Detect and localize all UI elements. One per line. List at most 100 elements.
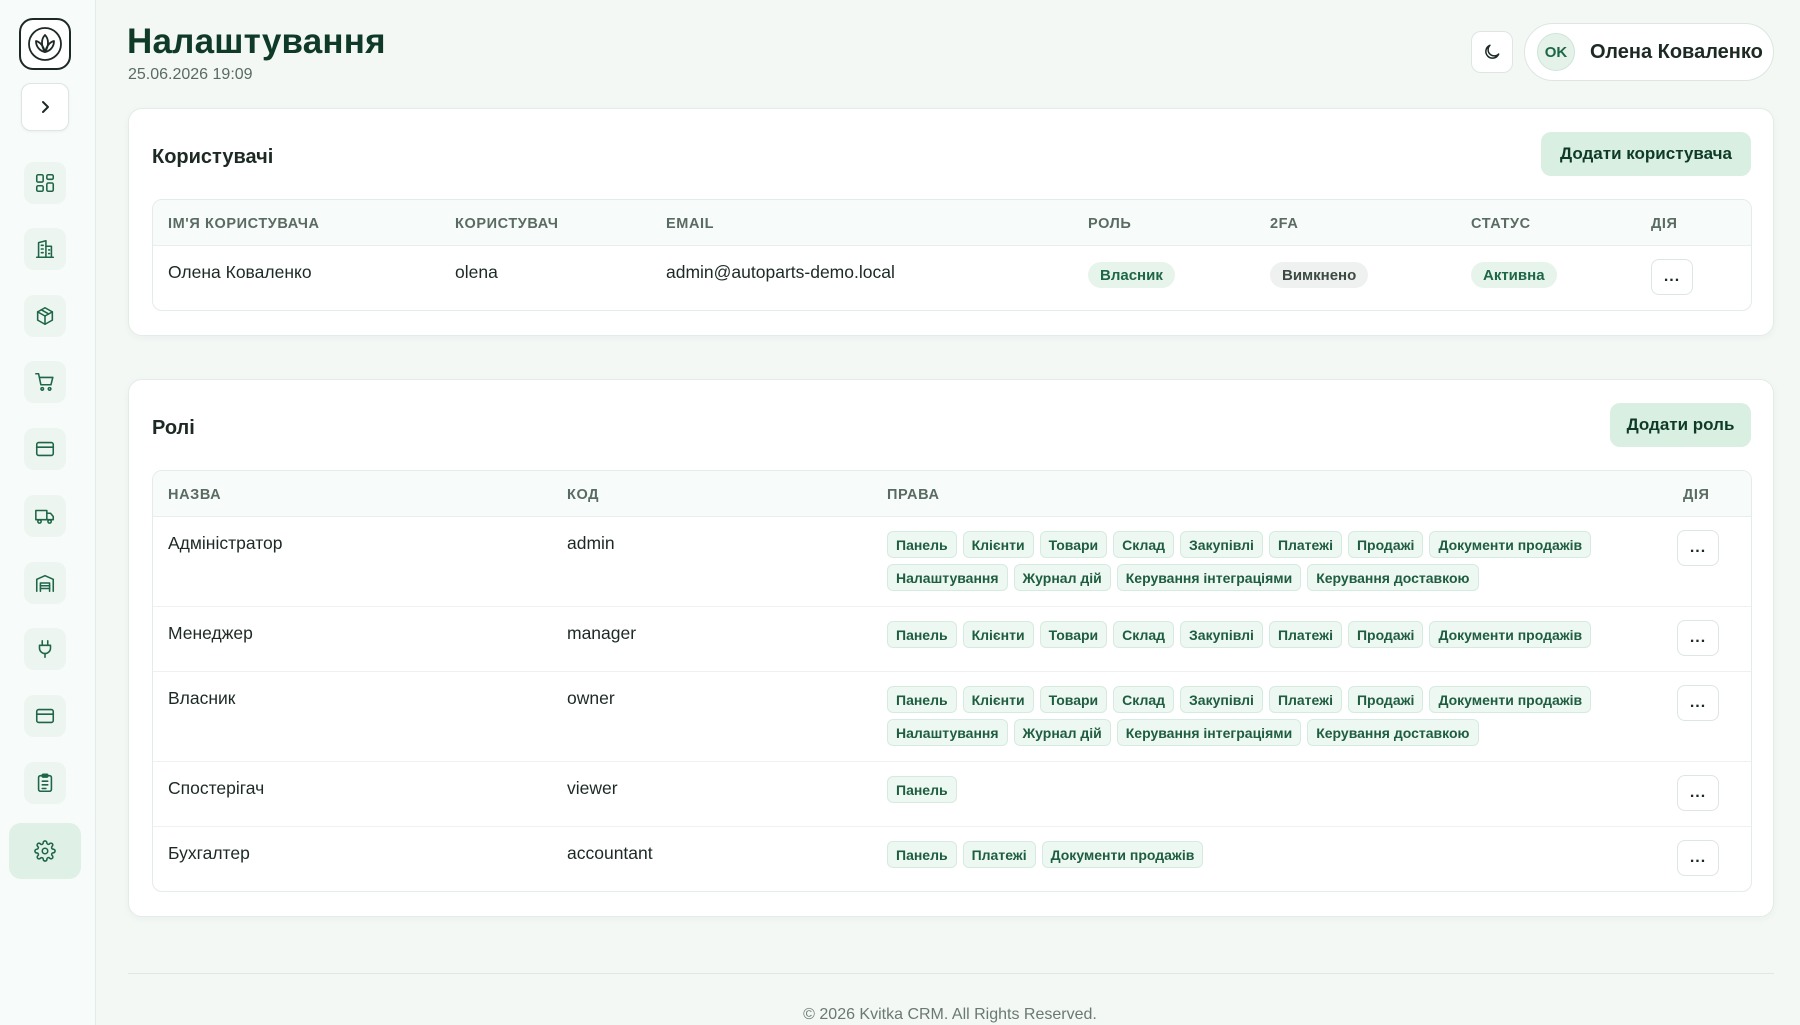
permission-tag: Товари [1039,686,1108,713]
sidebar-item-dashboard[interactable] [24,162,66,204]
permission-tag: Склад [1113,621,1175,648]
role-actions-button[interactable]: ... [1677,775,1719,811]
permission-tag: Панель [887,621,957,648]
roles-table-body: Адміністратор admin Панель Клієнти Товари Скл… [153,517,1751,891]
role-name: Адміністратор [168,533,283,553]
column-header-action: Дія [1683,487,1710,503]
theme-toggle-button[interactable] [1471,31,1513,73]
card-icon [35,441,55,457]
permission-tag: Клієнти [962,621,1034,648]
users-table: Ім'я користувача Користувач Email Роль 2… [152,199,1752,311]
table-row: Адміністратор admin Панель Клієнти Товари Скл… [153,517,1751,607]
column-header-name: Назва [168,487,222,503]
permission-tag: Клієнти [962,686,1034,713]
users-card: Користувачі Додати користувача Ім'я кори… [128,108,1774,336]
avatar: OK [1537,33,1575,71]
permission-tag: Продажі [1347,621,1424,648]
user-email: admin@autoparts-demo.local [666,262,895,282]
sidebar-item-logs[interactable] [24,762,66,804]
role-permissions: Панель Клієнти Товари Склад Закупівлі Платежі… [887,531,1607,591]
role-name: Власник [168,688,236,708]
role-actions-button[interactable]: ... [1677,530,1719,566]
add-role-button[interactable]: Додати роль [1610,403,1751,447]
permission-tag: Платежі [1268,621,1342,648]
warehouse-icon [35,574,55,593]
twofa-badge: Вимкнено [1270,262,1369,288]
role-code: admin [567,533,615,553]
sidebar-item-settings[interactable] [9,823,81,879]
user-menu[interactable]: OK Олена Коваленко [1524,23,1774,81]
sidebar-item-products[interactable] [24,295,66,337]
user-full-name: Олена Коваленко [168,262,312,282]
truck-icon [35,509,55,524]
roles-table-header: Назва Код Права Дія [153,471,1751,517]
roles-table: Назва Код Права Дія Адміністратор admin Па… [152,470,1752,892]
sidebar [0,0,96,1025]
column-header-full-name: Ім'я користувача [168,216,320,232]
role-permissions: Панель [887,776,1607,803]
clipboard-icon [37,773,53,793]
sidebar-item-payments[interactable] [24,428,66,470]
role-code: accountant [567,843,653,863]
permission-tag: Панель [887,531,957,558]
app-logo[interactable] [19,18,71,70]
role-code: viewer [567,778,618,798]
permission-tag: Налаштування [887,564,1008,591]
role-badge: Власник [1088,262,1175,288]
table-row: Менеджер manager Панель Клієнти Товари Склад З… [153,607,1751,672]
table-row: Спостерігач viewer Панель... [153,762,1751,827]
permission-tag: Платежі [1268,686,1342,713]
permission-tag: Платежі [962,841,1036,868]
sidebar-item-delivery[interactable] [24,495,66,537]
column-header-action: Дія [1651,216,1678,232]
role-actions-button[interactable]: ... [1677,840,1719,876]
permission-tag: Закупівлі [1180,686,1263,713]
roles-card: Ролі Додати роль Назва Код Права Дія Адм… [128,379,1774,917]
permission-tag: Керування інтеграціями [1116,564,1302,591]
permission-tag: Продажі [1347,686,1424,713]
permission-tag: Журнал дій [1013,719,1111,746]
user-actions-button[interactable]: ... [1651,259,1693,295]
column-header-username: Користувач [455,216,559,232]
column-header-status: Статус [1471,216,1531,232]
permission-tag: Платежі [1268,531,1342,558]
permission-tag: Документи продажів [1429,531,1592,558]
status-badge: Активна [1471,262,1557,288]
sidebar-item-billing[interactable] [24,695,66,737]
permission-tag: Документи продажів [1429,621,1592,648]
sidebar-item-warehouse[interactable] [24,562,66,604]
permission-tag: Керування інтеграціями [1116,719,1302,746]
grid-icon [35,173,55,193]
permission-tag: Керування доставкою [1307,564,1479,591]
sidebar-item-purchases[interactable] [24,361,66,403]
permission-tag: Склад [1113,531,1175,558]
sidebar-item-integrations[interactable] [24,628,66,670]
permission-tag: Панель [887,686,957,713]
permission-tag: Панель [887,776,957,803]
table-row: Олена Коваленко olena admin@autoparts-de… [153,246,1751,310]
role-code: owner [567,688,615,708]
user-name: Олена Коваленко [1590,40,1763,63]
role-name: Бухгалтер [168,843,250,863]
footer-divider [128,973,1774,974]
box-icon [36,306,54,326]
role-actions-button[interactable]: ... [1677,685,1719,721]
role-actions-button[interactable]: ... [1677,620,1719,656]
column-header-permissions: Права [887,487,940,503]
sidebar-expand-button[interactable] [21,83,69,131]
permission-tag: Панель [887,841,957,868]
role-name: Менеджер [168,623,253,643]
permission-tag: Керування доставкою [1307,719,1479,746]
column-header-role: Роль [1088,216,1132,232]
permission-tag: Документи продажів [1429,686,1592,713]
plug-icon [38,639,52,659]
gear-icon [34,840,56,862]
column-header-code: Код [567,487,600,503]
page-datetime: 25.06.2026 19:09 [128,66,253,83]
add-user-button[interactable]: Додати користувача [1541,132,1751,176]
sidebar-item-companies[interactable] [24,228,66,270]
user-username: olena [455,262,498,282]
roles-card-title: Ролі [152,417,195,439]
role-permissions: Панель Клієнти Товари Склад Закупівлі Платежі… [887,621,1607,648]
permission-tag: Продажі [1347,531,1424,558]
